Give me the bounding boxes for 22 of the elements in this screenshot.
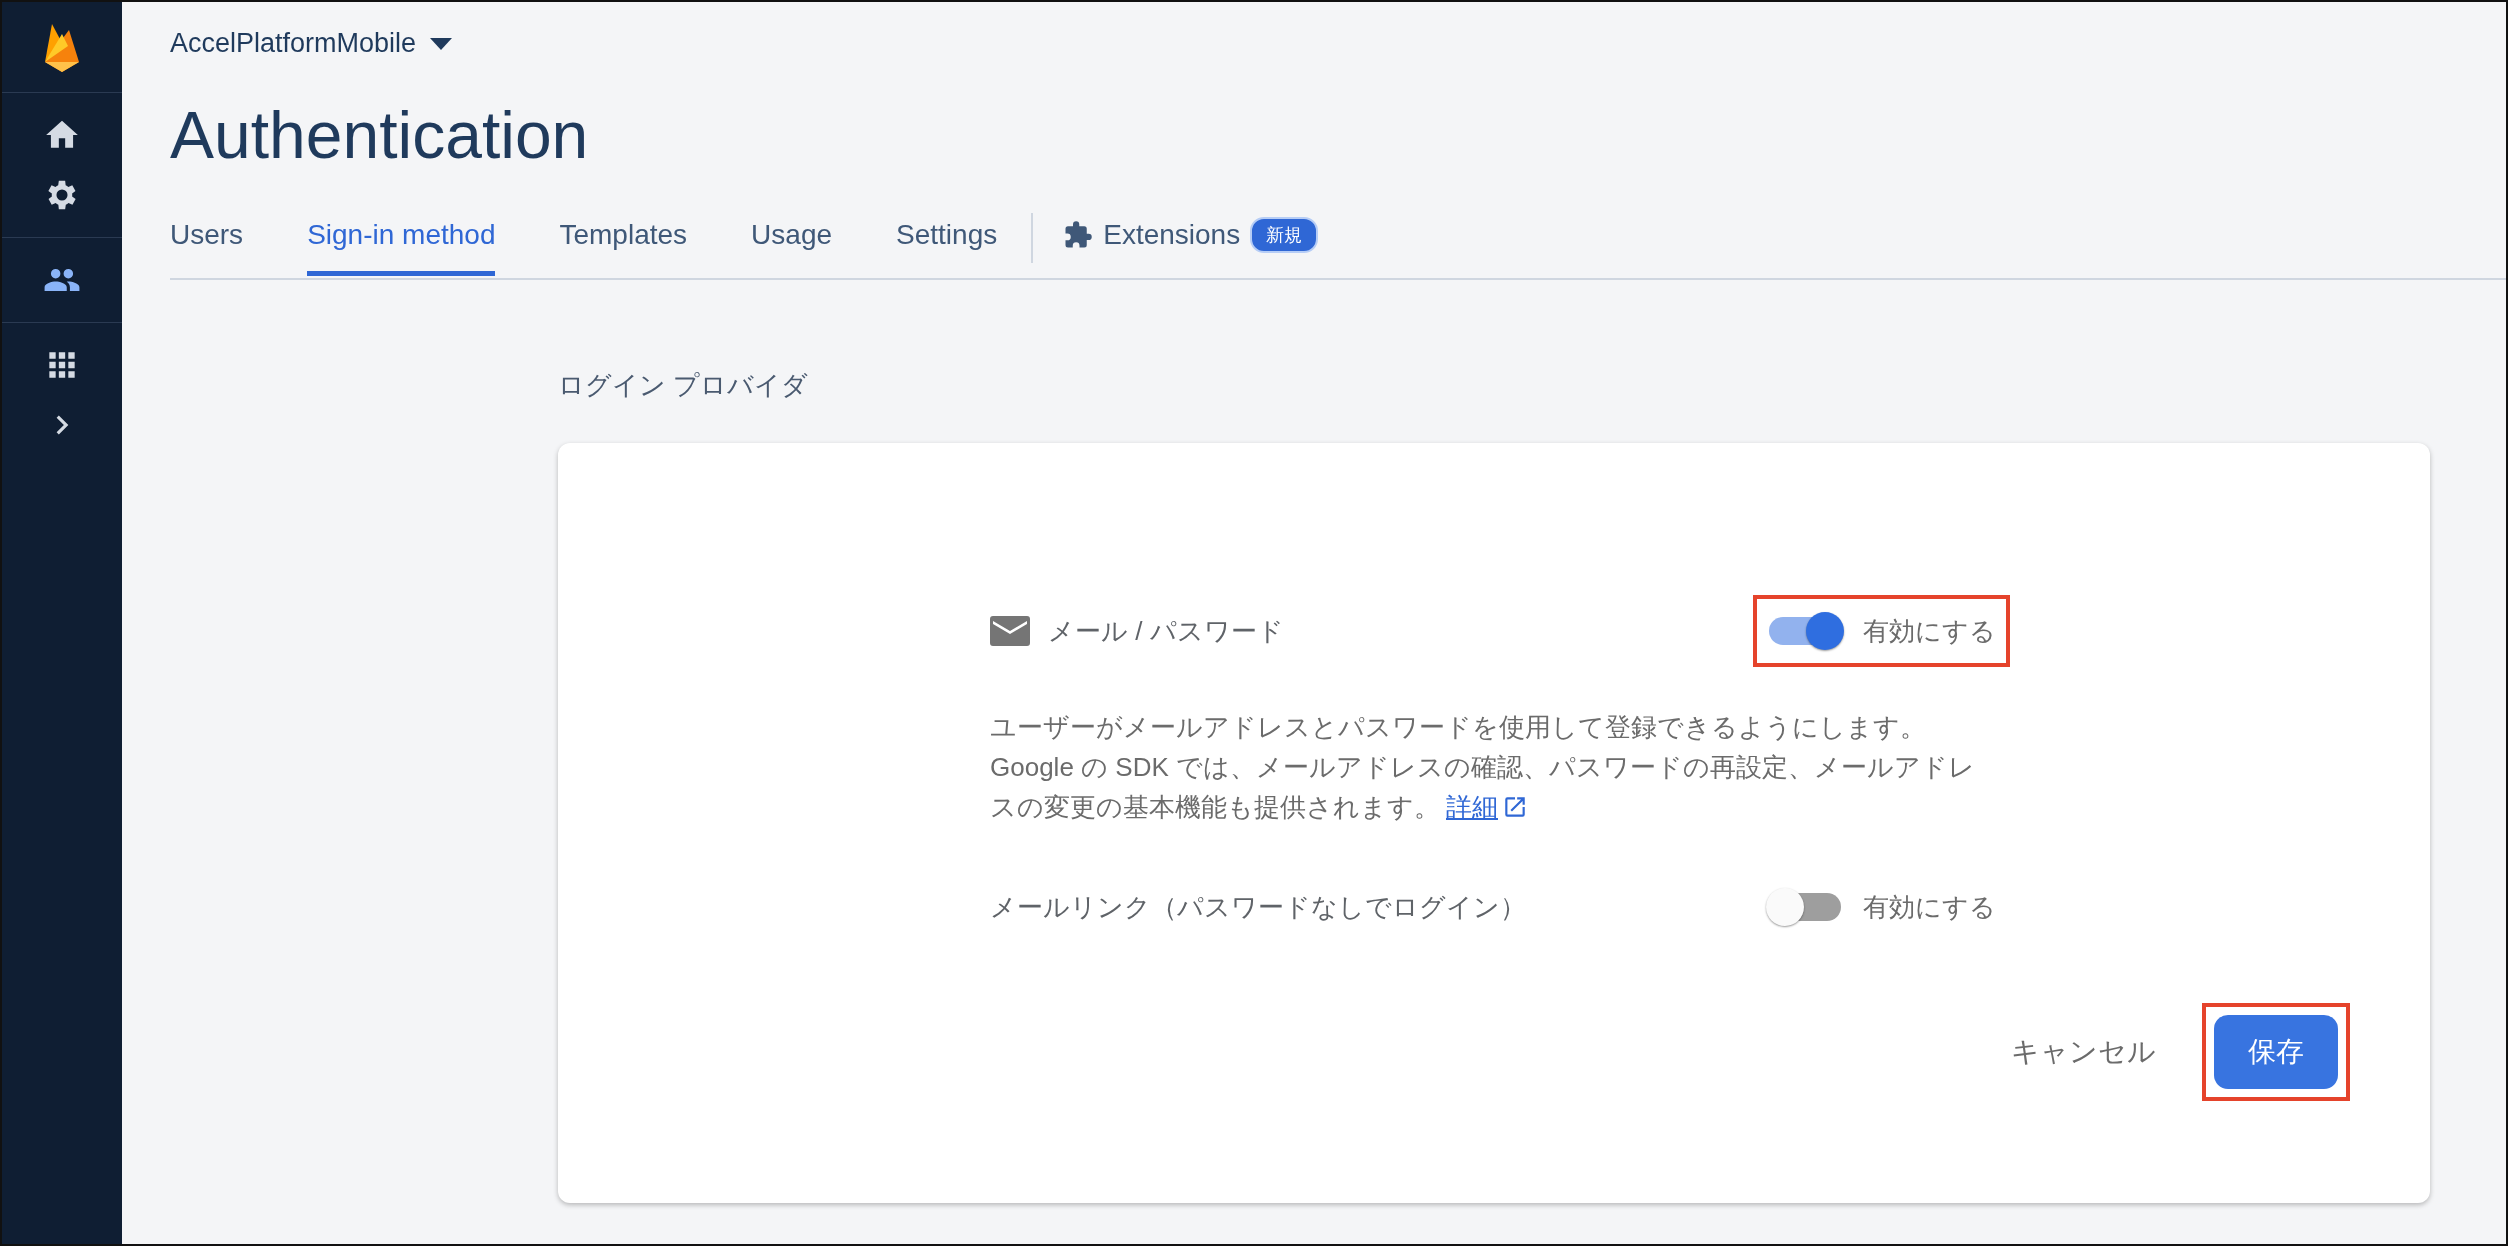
email-link-label: メールリンク（パスワードなしでログイン） <box>990 890 1526 924</box>
cancel-button[interactable]: キャンセル <box>2001 1023 2166 1081</box>
tab[interactable]: Sign-in method <box>307 205 496 276</box>
toggle-label: 有効にする <box>1863 614 1996 648</box>
new-badge: 新規 <box>1250 217 1319 253</box>
tab[interactable]: Templates <box>559 205 688 276</box>
page-title: Authentication <box>170 97 590 173</box>
project-selector[interactable]: AccelPlatformMobile <box>170 28 2506 59</box>
provider-name: メール / パスワード <box>1048 614 1284 648</box>
tab[interactable]: Users <box>170 205 244 276</box>
caret-icon <box>430 37 453 50</box>
toggle-label: 有効にする <box>1863 890 1996 924</box>
save-button[interactable]: 保存 <box>2214 1015 2338 1089</box>
tab[interactable]: Extensions 新規 <box>1063 203 1319 278</box>
tab[interactable]: Settings <box>896 205 998 276</box>
provider-description: ユーザーがメールアドレスとパスワードを使用して登録できるようにします。Google の SDK では、メールアドレスの確認、パスワードの再設定、メールアドレスの変更の基本機能も提供されます。 詳細 <box>990 707 2000 827</box>
puzzle-icon <box>1063 220 1094 250</box>
section-label: ログイン プロバイダ <box>558 369 810 402</box>
envelope-icon <box>990 616 1030 646</box>
tab[interactable]: Usage <box>751 205 833 276</box>
external-link-icon <box>1502 794 1528 820</box>
details-link[interactable]: 詳細 <box>1446 787 1528 827</box>
